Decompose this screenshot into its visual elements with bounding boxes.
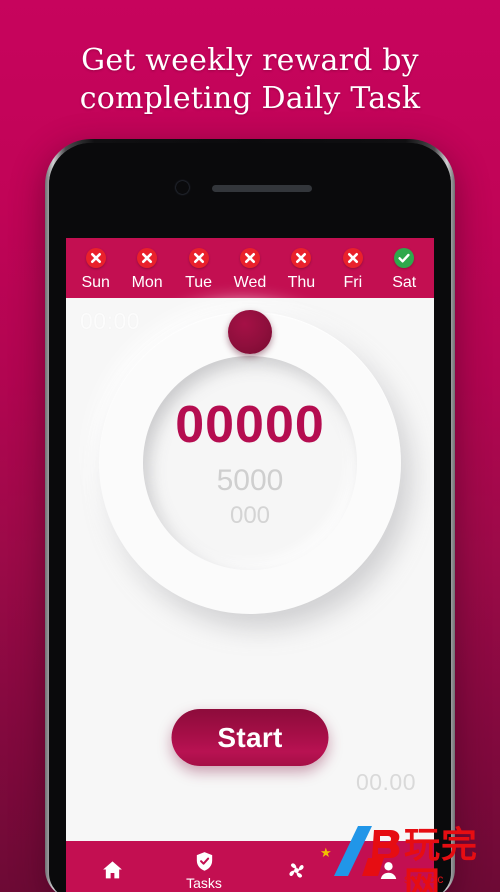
day-label: Thu — [287, 274, 316, 291]
day-label: Sat — [392, 274, 417, 291]
fan-icon — [284, 858, 309, 883]
person-icon — [376, 858, 401, 883]
day-label: Tue — [185, 274, 213, 291]
dial-secondary-value: 000 — [229, 502, 271, 529]
front-camera-icon — [176, 181, 189, 194]
day-label: Mon — [131, 274, 163, 291]
earpiece-speaker-icon — [212, 185, 312, 192]
cross-icon — [188, 248, 209, 268]
cross-icon — [239, 248, 260, 268]
timer-dial[interactable]: 00000 5000 000 — [99, 310, 401, 614]
check-icon — [394, 248, 415, 268]
shield-check-icon — [193, 850, 216, 873]
cross-icon — [291, 248, 312, 268]
headline-line-1: Get weekly reward by — [81, 43, 419, 78]
day-label: Sun — [81, 274, 110, 291]
day-item-tue[interactable]: Tue — [173, 246, 224, 292]
bottom-navbar: Tasks — [66, 841, 434, 892]
nav-item-home[interactable] — [66, 858, 158, 883]
phone-body: Sun Mon Tue Wed Thu Fri Sat 00:00 00000 … — [49, 143, 451, 892]
dial-main-value: 00000 — [175, 396, 325, 454]
cross-icon — [85, 248, 106, 268]
day-item-mon[interactable]: Mon — [121, 246, 172, 292]
phone-top-bezel — [49, 143, 451, 238]
nav-item-tasks[interactable]: Tasks — [158, 850, 250, 891]
total-time-label: 00.00 — [355, 769, 416, 795]
screenshot-root: Get weekly reward by completing Daily Ta… — [0, 0, 500, 892]
day-item-sat[interactable]: Sat — [379, 246, 430, 292]
start-button[interactable]: Start — [171, 709, 329, 766]
dial-readout: 00000 5000 000 — [143, 356, 357, 570]
app-screen: Sun Mon Tue Wed Thu Fri Sat 00:00 00000 … — [66, 238, 434, 892]
dial-knob-handle[interactable] — [228, 310, 272, 354]
nav-item-profile[interactable] — [342, 858, 434, 883]
day-item-thu[interactable]: Thu — [276, 246, 327, 292]
cross-icon — [342, 248, 363, 268]
day-label: Wed — [233, 274, 267, 291]
phone-mockup: Sun Mon Tue Wed Thu Fri Sat 00:00 00000 … — [45, 139, 455, 892]
day-item-fri[interactable]: Fri — [327, 246, 378, 292]
day-item-sun[interactable]: Sun — [70, 246, 121, 292]
nav-item-label: Tasks — [186, 874, 222, 891]
promo-headline: Get weekly reward by completing Daily Ta… — [0, 42, 500, 118]
timer-area: 00:00 00000 5000 000 Start 00.00 — [66, 298, 434, 858]
weekly-daystrip: Sun Mon Tue Wed Thu Fri Sat — [66, 238, 434, 298]
headline-line-2: completing Daily Task — [79, 81, 421, 116]
day-label: Fri — [343, 274, 363, 291]
dial-target-value: 5000 — [216, 464, 284, 497]
cross-icon — [137, 248, 158, 268]
home-icon — [100, 858, 125, 883]
day-item-wed[interactable]: Wed — [224, 246, 275, 292]
nav-item-boost[interactable] — [250, 858, 342, 883]
